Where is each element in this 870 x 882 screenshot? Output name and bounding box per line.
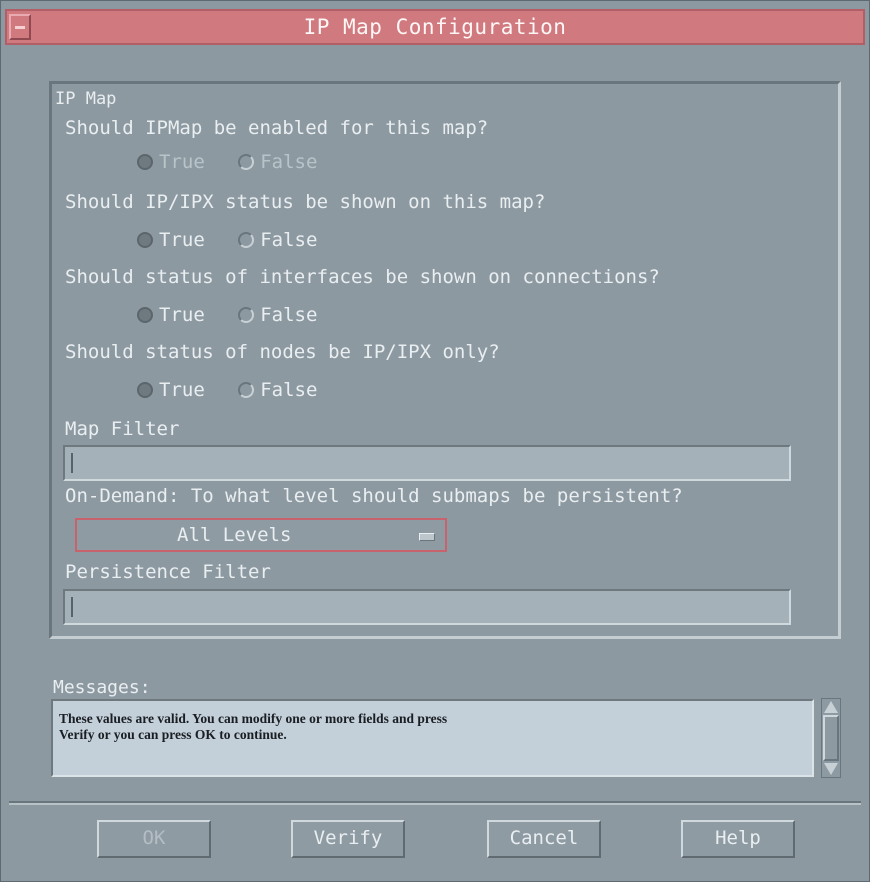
radio-true-node-status[interactable]: True <box>137 379 205 401</box>
radio-true-ip-ipx-status[interactable]: True <box>137 229 205 251</box>
radio-selected-icon <box>137 382 153 398</box>
radio-label: False <box>260 304 318 326</box>
question-node-status: Should status of nodes be IP/IPX only? <box>65 341 500 363</box>
group-label: IP Map <box>55 89 117 109</box>
verify-button[interactable]: Verify <box>291 820 405 858</box>
title-bar[interactable]: IP Map Configuration <box>5 9 865 45</box>
radio-label: False <box>260 151 318 173</box>
radio-true-interface-status[interactable]: True <box>137 304 205 326</box>
text-cursor-icon <box>71 453 73 473</box>
radio-unselected-icon <box>238 232 255 248</box>
map-filter-label: Map Filter <box>65 418 180 440</box>
option-menu-indicator-icon <box>419 533 435 541</box>
scroll-up-arrow-icon[interactable] <box>824 701 838 713</box>
cancel-button[interactable]: Cancel <box>487 820 601 858</box>
radio-label: False <box>260 229 318 251</box>
radio-unselected-icon <box>238 154 255 170</box>
messages-text-area[interactable]: These values are valid. You can modify o… <box>51 699 814 777</box>
radio-unselected-icon <box>238 307 255 323</box>
on-demand-label: On-Demand: To what level should submaps … <box>65 485 683 507</box>
persistence-level-dropdown[interactable]: All Levels <box>75 518 447 552</box>
button-separator <box>9 801 861 805</box>
radio-label: True <box>159 229 205 251</box>
radio-true-ipmap-enabled[interactable]: True <box>137 151 205 173</box>
ok-button[interactable]: OK <box>97 820 211 858</box>
window-title: IP Map Configuration <box>303 15 567 39</box>
radio-selected-icon <box>137 307 153 323</box>
persistence-filter-label: Persistence Filter <box>65 561 271 583</box>
message-line-1: These values are valid. You can modify o… <box>59 711 448 726</box>
radio-group-node-status: True False <box>137 379 339 403</box>
radio-selected-icon <box>137 232 153 248</box>
persistence-filter-input[interactable] <box>63 589 791 625</box>
messages-scrollbar[interactable] <box>821 698 841 778</box>
radio-group-ipmap-enabled: True False <box>137 151 339 175</box>
radio-false-node-status[interactable]: False <box>238 379 317 401</box>
radio-unselected-icon <box>238 382 255 398</box>
messages-label: Messages: <box>53 677 151 698</box>
scroll-down-arrow-icon[interactable] <box>824 763 838 775</box>
dropdown-selected-value: All Levels <box>177 524 292 546</box>
question-ipmap-enabled: Should IPMap be enabled for this map? <box>65 117 489 139</box>
radio-false-interface-status[interactable]: False <box>238 304 317 326</box>
question-ip-ipx-status: Should IP/IPX status be shown on this ma… <box>65 191 546 213</box>
radio-label: True <box>159 151 205 173</box>
radio-selected-icon <box>137 154 153 170</box>
radio-label: True <box>159 379 205 401</box>
text-cursor-icon <box>71 597 73 617</box>
dialog-window: IP Map Configuration IP Map Should IPMap… <box>0 0 870 882</box>
help-button[interactable]: Help <box>681 820 795 858</box>
message-line-2: Verify or you can press OK to continue. <box>59 727 287 742</box>
question-interface-status: Should status of interfaces be shown on … <box>65 266 660 288</box>
radio-group-interface-status: True False <box>137 304 339 328</box>
radio-group-ip-ipx-status: True False <box>137 229 339 253</box>
map-filter-input[interactable] <box>63 445 791 481</box>
scrollbar-thumb[interactable] <box>823 715 839 761</box>
radio-false-ipmap-enabled[interactable]: False <box>238 151 317 173</box>
radio-false-ip-ipx-status[interactable]: False <box>238 229 317 251</box>
radio-label: False <box>260 379 318 401</box>
radio-label: True <box>159 304 205 326</box>
